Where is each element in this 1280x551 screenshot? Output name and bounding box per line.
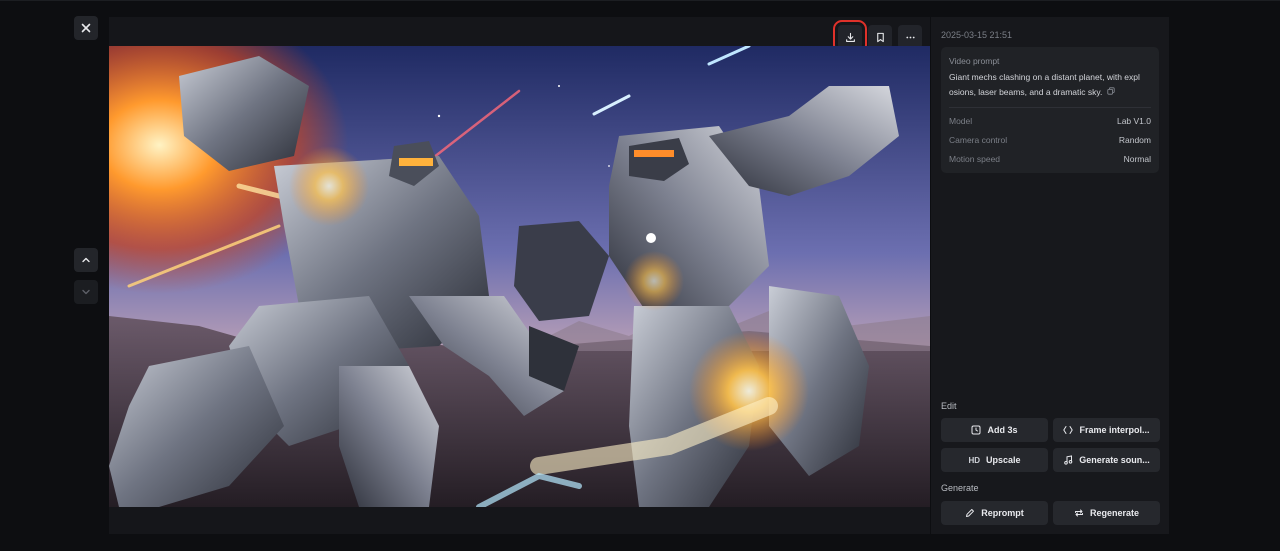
next-button[interactable]	[74, 280, 98, 304]
meta-value: Normal	[1123, 154, 1151, 164]
generate-sound-button[interactable]: Generate soun...	[1053, 448, 1160, 472]
regenerate-label: Regenerate	[1089, 508, 1140, 518]
meta-value: Random	[1118, 135, 1151, 145]
frame-interpolation-button[interactable]: Frame interpol...	[1053, 418, 1160, 442]
generate-sound-label: Generate soun...	[1079, 455, 1150, 465]
meta-row-model: Model Lab V1.0	[949, 116, 1151, 126]
media-stage	[109, 17, 930, 534]
close-icon	[81, 23, 91, 33]
top-border	[0, 0, 1280, 1]
chevron-down-icon	[82, 289, 90, 295]
add-3s-label: Add 3s	[987, 425, 1018, 435]
add-3s-button[interactable]: Add 3s	[941, 418, 1048, 442]
meta-key: Model	[949, 116, 973, 126]
prompt-text: Giant mechs clashing on a distant planet…	[949, 70, 1153, 100]
upscale-label: Upscale	[986, 455, 1021, 465]
prompt-line-2: osions, laser beams, and a dramatic sky.	[949, 87, 1103, 97]
more-horizontal-icon	[905, 36, 915, 38]
bookmark-icon	[876, 32, 884, 42]
prompt-info-card: Video prompt Giant mechs clashing on a d…	[941, 47, 1159, 173]
generate-section-title: Generate	[941, 483, 979, 493]
copy-icon[interactable]	[1107, 85, 1115, 100]
generated-media[interactable]	[109, 46, 930, 507]
repeat-icon	[1074, 509, 1083, 517]
meta-key: Camera control	[949, 135, 1008, 145]
frame-interpolation-label: Frame interpol...	[1079, 425, 1150, 435]
upscale-button[interactable]: HD Upscale	[941, 448, 1048, 472]
previous-button[interactable]	[74, 248, 98, 272]
pencil-icon	[966, 509, 975, 517]
meta-value: Lab V1.0	[1116, 116, 1151, 126]
close-button[interactable]	[74, 16, 98, 40]
created-timestamp: 2025-03-15 21:51	[941, 30, 1013, 40]
prompt-label: Video prompt	[949, 56, 1000, 66]
reprompt-button[interactable]: Reprompt	[941, 501, 1048, 525]
meta-key: Motion speed	[949, 154, 1001, 164]
add-time-icon	[971, 425, 981, 435]
hd-icon: HD	[968, 455, 981, 465]
diamond-frames-icon	[1063, 426, 1074, 434]
music-note-icon	[1064, 455, 1073, 465]
details-panel: 2025-03-15 21:51 Video prompt Giant mech…	[931, 17, 1169, 534]
edit-section-title: Edit	[941, 401, 957, 411]
download-icon	[845, 32, 855, 42]
regenerate-button[interactable]: Regenerate	[1053, 501, 1160, 525]
meta-row-motion-speed: Motion speed Normal	[949, 154, 1151, 164]
reprompt-label: Reprompt	[981, 508, 1024, 518]
card-divider	[949, 107, 1151, 108]
chevron-up-icon	[82, 257, 90, 263]
mech-battle-image	[109, 46, 930, 507]
meta-row-camera-control: Camera control Random	[949, 135, 1151, 145]
prompt-line-1: Giant mechs clashing on a distant planet…	[949, 72, 1140, 82]
